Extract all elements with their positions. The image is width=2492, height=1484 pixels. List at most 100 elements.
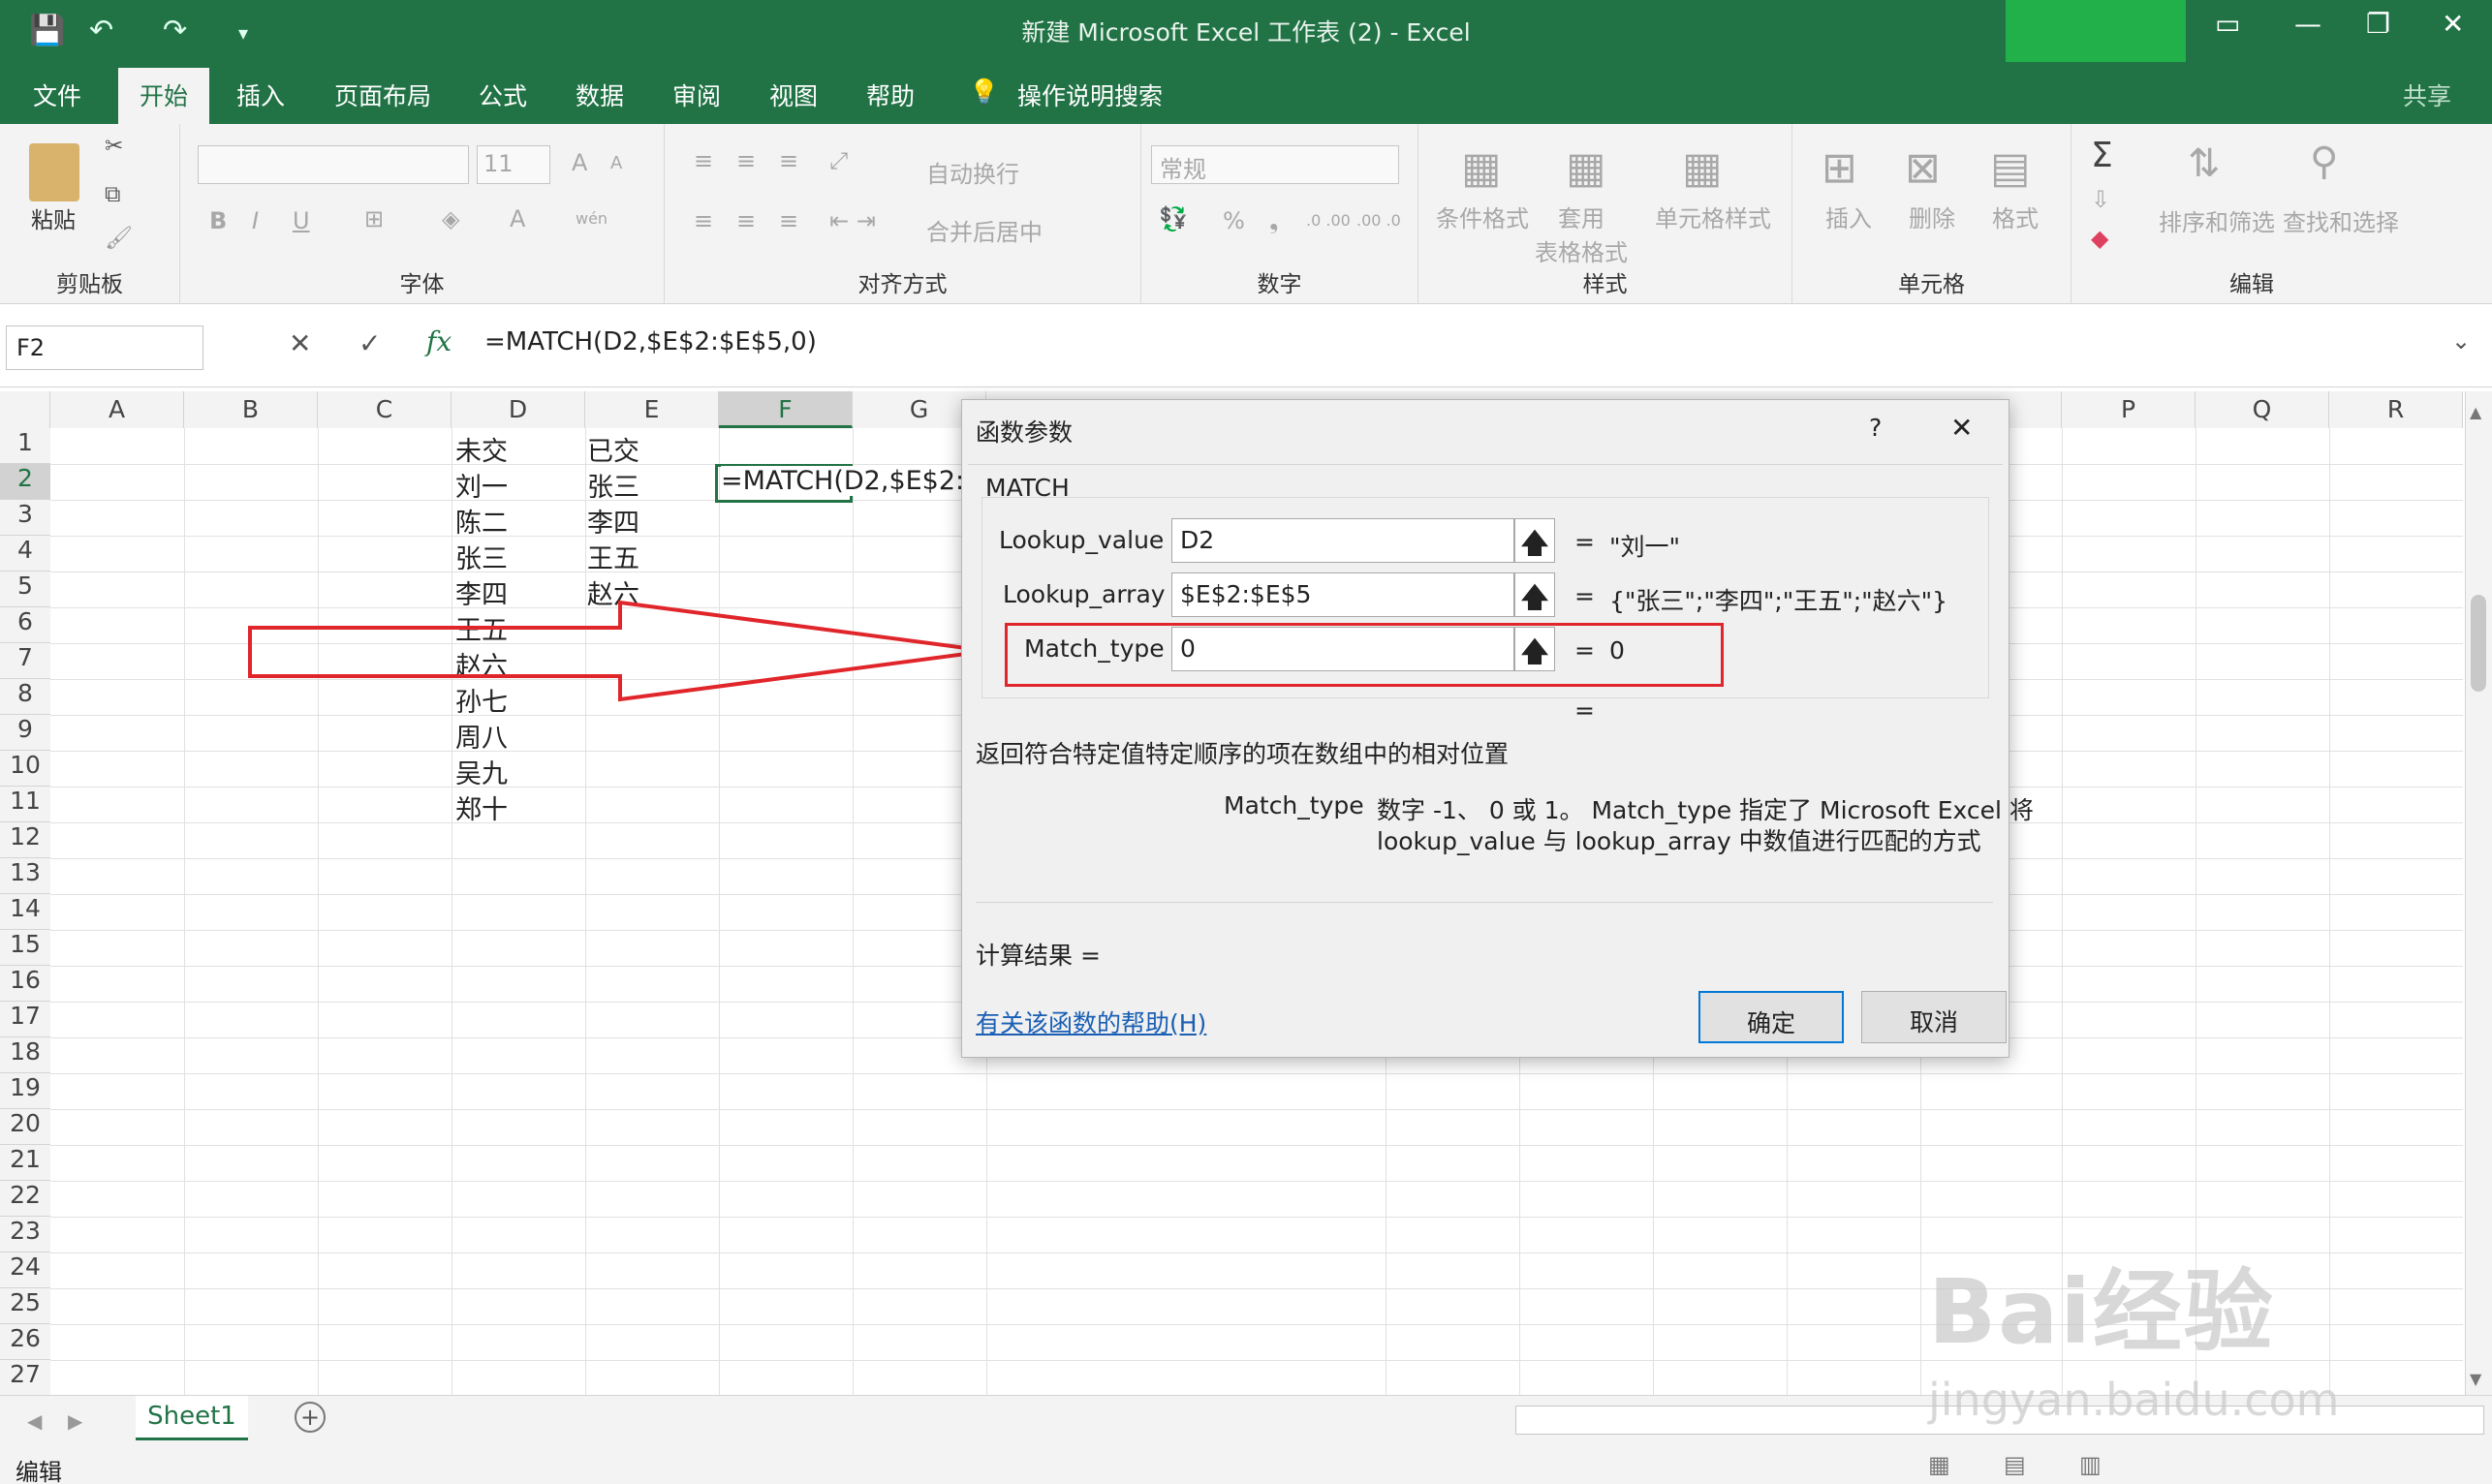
cell-D11[interactable]: 郑十 — [455, 788, 508, 826]
paste-icon[interactable] — [29, 143, 79, 201]
minimize-button[interactable]: — — [2294, 8, 2321, 40]
format-as-table-button[interactable]: 套用 表格格式 — [1535, 200, 1628, 267]
align-right-icon[interactable]: ≡ — [779, 207, 798, 234]
row-header[interactable]: 24 — [0, 1252, 50, 1288]
function-help-link[interactable]: 有关该函数的帮助(H) — [976, 1005, 1206, 1039]
format-painter-icon[interactable]: 🖌 — [105, 225, 133, 251]
indent-icon[interactable]: ⇤ ⇥ — [829, 207, 876, 234]
row-header[interactable]: 15 — [0, 930, 50, 966]
match-type-input[interactable]: 0 — [1171, 627, 1514, 671]
currency-icon[interactable]: 💱 — [1159, 205, 1188, 232]
column-header[interactable]: Q — [2196, 391, 2329, 428]
cell-styles-icon[interactable]: ▦ — [1682, 143, 1723, 193]
add-sheet-button[interactable]: + — [295, 1402, 326, 1433]
delete-cells-button[interactable]: 删除 — [1909, 200, 1955, 233]
orientation-icon[interactable]: ⤢ — [829, 147, 848, 174]
cancel-entry-icon[interactable]: ✕ — [289, 327, 311, 359]
insert-function-icon[interactable]: fx — [426, 325, 452, 357]
tab-review[interactable]: 审阅 — [672, 77, 721, 118]
sort-filter-button[interactable]: 排序和筛选 — [2159, 203, 2275, 237]
close-button[interactable]: ✕ — [2442, 8, 2464, 40]
row-header[interactable]: 11 — [0, 787, 50, 822]
cancel-button[interactable]: 取消 — [1861, 991, 2007, 1043]
help-button[interactable]: ? — [1869, 414, 1882, 442]
row-header[interactable]: 19 — [0, 1073, 50, 1109]
collapse-dialog-icon[interactable]: 🡅 — [1514, 572, 1555, 617]
wrap-text-button[interactable]: 自动换行 — [926, 155, 1019, 189]
tab-view[interactable]: 视图 — [769, 77, 818, 118]
align-center-icon[interactable]: ≡ — [736, 207, 756, 234]
grow-font-icon[interactable]: A — [572, 149, 587, 176]
formula-input[interactable]: =MATCH(D2,$E$2:$E$5,0) — [484, 327, 817, 356]
page-break-view-icon[interactable]: ▥ — [2079, 1451, 2102, 1478]
sort-filter-icon[interactable]: ⇅ — [2188, 141, 2221, 186]
row-header[interactable]: 26 — [0, 1324, 50, 1360]
column-header[interactable]: P — [2062, 391, 2196, 428]
scroll-up-icon[interactable]: ▲ — [2470, 403, 2481, 421]
merge-center-button[interactable]: 合并后居中 — [926, 213, 1043, 247]
comma-button[interactable]: ❟ — [1269, 207, 1278, 234]
row-header[interactable]: 27 — [0, 1360, 50, 1395]
page-layout-view-icon[interactable]: ▤ — [2004, 1451, 2026, 1478]
row-header[interactable]: 14 — [0, 894, 50, 930]
maximize-button[interactable]: ❐ — [2366, 8, 2390, 40]
clear-icon[interactable]: ◆ — [2091, 225, 2108, 252]
tab-insert[interactable]: 插入 — [236, 77, 285, 118]
share-button[interactable]: 共享 — [2403, 77, 2451, 118]
number-format-select[interactable]: 常规 — [1151, 145, 1399, 184]
tab-file[interactable]: 文件 — [33, 77, 81, 118]
scroll-down-icon[interactable]: ▼ — [2470, 1370, 2481, 1388]
align-bottom-icon[interactable]: ≡ — [779, 147, 798, 174]
tab-data[interactable]: 数据 — [576, 77, 624, 118]
shrink-font-icon[interactable]: A — [610, 153, 622, 173]
lookup-array-input[interactable]: $E$2:$E$5 — [1171, 572, 1514, 617]
tab-formulas[interactable]: 公式 — [479, 77, 527, 118]
tab-help[interactable]: 帮助 — [866, 77, 915, 118]
fill-icon[interactable]: ⇩ — [2091, 186, 2110, 213]
row-header[interactable]: 16 — [0, 966, 50, 1002]
row-header[interactable]: 12 — [0, 822, 50, 858]
vertical-scrollbar[interactable]: ▲ ▼ — [2465, 391, 2492, 1395]
format-cells-icon[interactable]: ▤ — [1990, 143, 2031, 193]
lookup-value-input[interactable]: D2 — [1171, 518, 1514, 563]
align-top-icon[interactable]: ≡ — [694, 147, 713, 174]
font-color-icon[interactable]: A — [510, 205, 525, 232]
enter-icon[interactable]: ✓ — [358, 327, 381, 359]
sheet-tab-sheet1[interactable]: Sheet1 — [136, 1396, 248, 1440]
autosum-icon[interactable]: Σ — [2091, 136, 2113, 175]
find-select-icon[interactable]: ⚲ — [2310, 139, 2338, 184]
format-as-table-icon[interactable]: ▦ — [1566, 143, 1606, 193]
dialog-close-button[interactable]: ✕ — [1950, 412, 1973, 444]
row-header[interactable]: 22 — [0, 1181, 50, 1217]
next-sheet-icon[interactable]: ▶ — [68, 1409, 82, 1433]
delete-cells-icon[interactable]: ⊠ — [1905, 143, 1941, 193]
insert-cells-icon[interactable]: ⊞ — [1822, 143, 1857, 193]
name-box[interactable]: F2 — [6, 325, 203, 370]
column-header[interactable]: R — [2329, 391, 2463, 428]
row-header[interactable]: 25 — [0, 1288, 50, 1324]
insert-cells-button[interactable]: 插入 — [1825, 200, 1872, 233]
increase-decimal-button[interactable]: .0 .00 — [1306, 211, 1351, 230]
collapse-dialog-icon[interactable]: 🡅 — [1514, 627, 1555, 671]
format-cells-button[interactable]: 格式 — [1992, 200, 2039, 233]
tab-page-layout[interactable]: 页面布局 — [334, 77, 431, 118]
row-header[interactable]: 23 — [0, 1217, 50, 1252]
row-header[interactable]: 18 — [0, 1037, 50, 1073]
align-middle-icon[interactable]: ≡ — [736, 147, 756, 174]
copy-icon[interactable]: ⧉ — [105, 182, 120, 207]
phonetic-icon[interactable]: wén — [576, 209, 607, 228]
scrollbar-thumb[interactable] — [2471, 595, 2486, 692]
collapse-dialog-icon[interactable]: 🡅 — [1514, 518, 1555, 563]
fill-color-icon[interactable]: ◈ — [442, 205, 459, 232]
conditional-format-button[interactable]: 条件格式 — [1436, 200, 1529, 233]
cell-styles-button[interactable]: 单元格样式 — [1655, 200, 1771, 233]
bold-button[interactable]: B — [209, 207, 227, 234]
align-left-icon[interactable]: ≡ — [694, 207, 713, 234]
row-header[interactable]: 20 — [0, 1109, 50, 1145]
row-header[interactable]: 21 — [0, 1145, 50, 1181]
tab-home[interactable]: 开始 — [118, 68, 210, 124]
underline-button[interactable]: U — [293, 207, 310, 234]
find-select-button[interactable]: 查找和选择 — [2283, 203, 2399, 237]
font-size-select[interactable]: 11 — [477, 145, 550, 184]
conditional-format-icon[interactable]: ▦ — [1461, 143, 1502, 193]
